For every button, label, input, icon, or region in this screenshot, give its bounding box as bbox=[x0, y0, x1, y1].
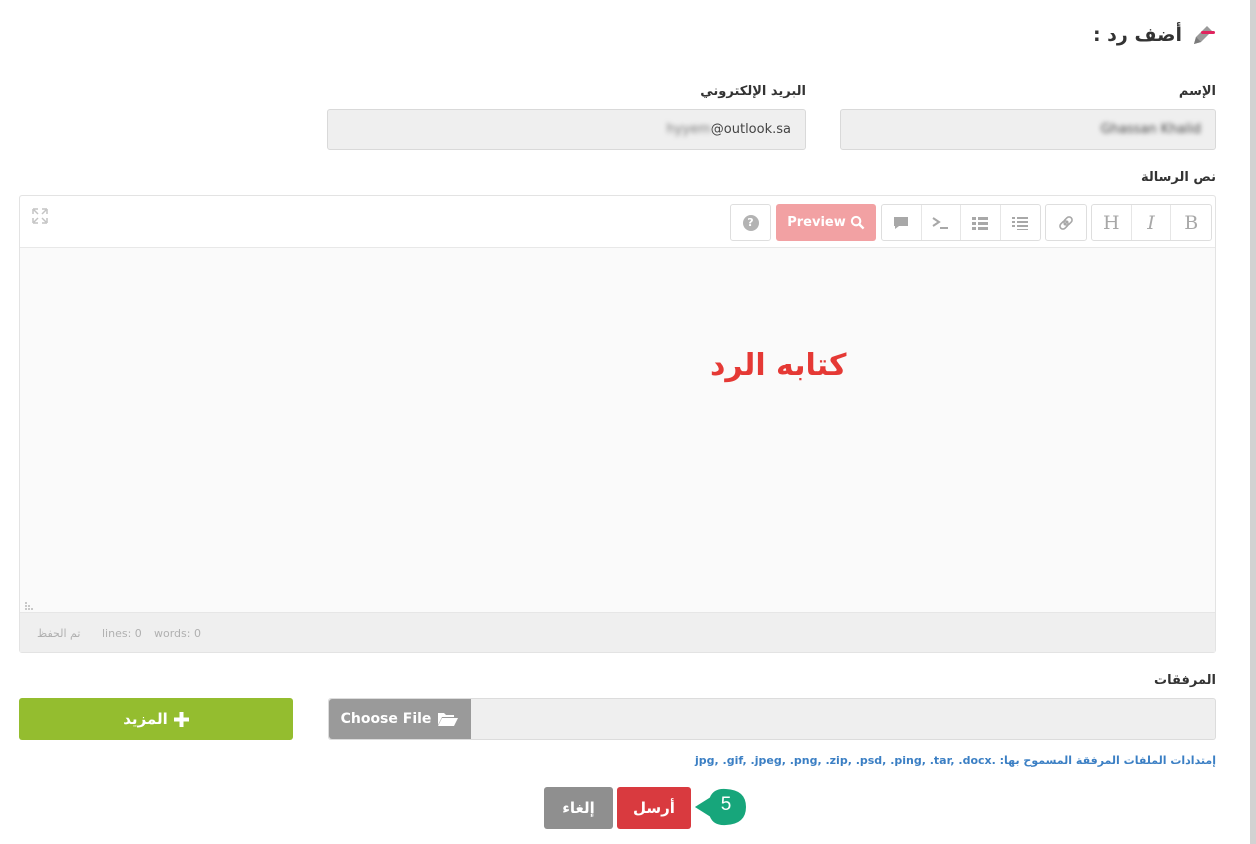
toolbar-group-blocks bbox=[881, 204, 1041, 241]
file-upload-field[interactable]: Choose File bbox=[328, 698, 1216, 740]
add-more-label: المزيد bbox=[123, 710, 168, 728]
help-icon: ? bbox=[742, 214, 759, 231]
annotation-write-reply: كتابه الرد bbox=[710, 348, 847, 383]
heading-button[interactable]: H bbox=[1092, 205, 1132, 240]
autosave-status: تم الحفظ bbox=[37, 627, 81, 640]
code-button[interactable] bbox=[922, 205, 961, 240]
name-field[interactable]: Ghassan Khalid bbox=[840, 109, 1216, 150]
bold-button[interactable]: B bbox=[1171, 205, 1211, 240]
reply-title: أضف رد : bbox=[1092, 24, 1182, 46]
fullscreen-icon[interactable] bbox=[32, 208, 48, 224]
editor-toolbar: ? Preview H I B bbox=[20, 196, 1215, 248]
preview-label: Preview bbox=[787, 215, 846, 230]
name-value: Ghassan Khalid bbox=[1100, 122, 1201, 137]
terminal-icon bbox=[932, 216, 949, 229]
email-field[interactable]: hyyem@outlook.sa bbox=[327, 109, 806, 150]
choose-file-button[interactable]: Choose File bbox=[329, 699, 471, 739]
link-button[interactable] bbox=[1046, 205, 1086, 240]
list-icon bbox=[972, 216, 989, 230]
unordered-list-button[interactable] bbox=[961, 205, 1001, 240]
step-number: 5 bbox=[720, 794, 732, 815]
words-count: words: 0 bbox=[154, 627, 201, 640]
message-textarea[interactable]: كتابه الرد bbox=[20, 248, 1215, 613]
send-button[interactable]: أرسل bbox=[617, 787, 691, 829]
reply-section-title: أضف رد : bbox=[1093, 22, 1216, 48]
scrollbar-thumb[interactable] bbox=[1250, 0, 1256, 844]
message-label: نص الرسالة bbox=[1141, 170, 1216, 185]
link-icon bbox=[1059, 215, 1073, 230]
preview-button[interactable]: Preview bbox=[776, 204, 876, 241]
comment-button[interactable] bbox=[882, 205, 922, 240]
search-icon bbox=[850, 215, 865, 230]
folder-open-icon bbox=[438, 713, 459, 726]
resize-grip-icon[interactable] bbox=[24, 601, 34, 611]
email-value-hidden: hyyem bbox=[666, 122, 711, 137]
plus-icon bbox=[173, 711, 189, 727]
email-label: البريد الإلكتروني bbox=[700, 84, 806, 99]
markdown-editor: ? Preview H I B كتابه الرد words: 0 line… bbox=[19, 195, 1216, 653]
numbered-list-icon bbox=[1012, 216, 1029, 230]
email-value: hyyem@outlook.sa bbox=[666, 122, 791, 137]
toolbar-group-link bbox=[1045, 204, 1087, 241]
allowed-extensions-note: إمتدادات الملفات المرفقة المسموح بها: .j… bbox=[695, 754, 1216, 767]
add-more-button[interactable]: المزيد bbox=[19, 698, 293, 740]
choose-file-label: Choose File bbox=[340, 711, 432, 727]
italic-button[interactable]: I bbox=[1132, 205, 1172, 240]
lines-count: lines: 0 bbox=[102, 627, 142, 640]
ordered-list-button[interactable] bbox=[1001, 205, 1040, 240]
editor-statusbar: words: 0 lines: 0 تم الحفظ bbox=[20, 612, 1215, 652]
minus-icon[interactable] bbox=[1201, 31, 1215, 34]
page-scrollbar[interactable] bbox=[1250, 0, 1256, 844]
toolbar-group-text: H I B bbox=[1091, 204, 1212, 241]
comment-icon bbox=[894, 216, 909, 229]
cancel-button[interactable]: إلغاء bbox=[544, 787, 613, 829]
attachments-label: المرفقات bbox=[1154, 673, 1216, 688]
name-label: الإسم bbox=[1178, 84, 1216, 99]
email-domain: @outlook.sa bbox=[710, 122, 791, 137]
pencil-icon bbox=[1194, 26, 1212, 44]
step-badge: 5 bbox=[691, 785, 749, 829]
help-button[interactable]: ? bbox=[730, 204, 771, 241]
